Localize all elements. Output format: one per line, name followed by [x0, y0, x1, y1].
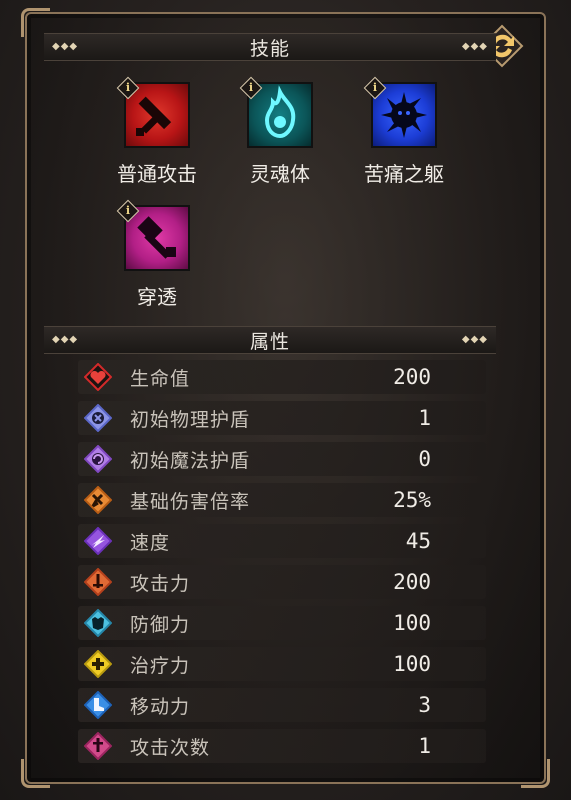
skill-body-of-agony[interactable]: 苦痛之躯	[354, 82, 454, 187]
heart-icon	[84, 363, 112, 391]
panel-corner-ornament	[21, 759, 50, 788]
healing-cross-icon	[84, 650, 112, 678]
attribute-value: 3	[418, 693, 431, 717]
defense-armor-icon	[84, 609, 112, 637]
attribute-value: 200	[393, 365, 431, 389]
panel-corner-ornament	[521, 759, 550, 788]
header-ornament: ◆◆◆	[461, 41, 488, 52]
skill-label: 普通攻击	[117, 162, 197, 186]
attribute-row-speed: 速度 45	[78, 524, 486, 558]
speed-wing-icon	[84, 527, 112, 555]
attribute-value: 100	[393, 611, 431, 635]
info-marker: i	[248, 81, 254, 94]
attribute-value: 100	[393, 652, 431, 676]
attribute-row-healing: 治疗力 100	[78, 647, 486, 681]
attack-count-icon	[84, 732, 112, 760]
attribute-name: 移动力	[130, 695, 191, 718]
attributes-title: 属性	[249, 330, 290, 353]
skill-normal-attack[interactable]: 普通攻击	[107, 82, 207, 187]
attribute-value: 1	[418, 406, 431, 430]
damage-multiplier-icon	[84, 486, 112, 514]
skill-label: 穿透	[137, 285, 177, 309]
info-marker: i	[125, 81, 131, 94]
skill-soul-body[interactable]: 灵魂体	[230, 82, 330, 187]
info-marker: i	[125, 204, 131, 217]
skills-section-header: ◆◆◆ 技能 ◆◆◆	[44, 33, 496, 61]
attribute-name: 攻击力	[130, 572, 191, 595]
skill-label: 苦痛之躯	[364, 162, 444, 186]
attribute-name: 初始魔法护盾	[130, 449, 251, 472]
attribute-name: 初始物理护盾	[130, 408, 251, 431]
spiked-body-icon	[381, 92, 427, 138]
attribute-value: 0	[418, 447, 431, 471]
pierce-hammer-icon	[137, 216, 176, 259]
physical-shield-icon	[84, 404, 112, 432]
attribute-name: 治疗力	[130, 654, 191, 677]
info-marker: i	[372, 81, 378, 94]
attribute-name: 速度	[130, 531, 171, 554]
attribute-row-physical-shield: 初始物理护盾 1	[78, 401, 486, 435]
attribute-name: 生命值	[130, 367, 191, 390]
soul-flame-icon	[264, 85, 296, 139]
attack-sword-icon	[84, 568, 112, 596]
attribute-name: 防御力	[130, 613, 191, 636]
attribute-value: 200	[393, 570, 431, 594]
attribute-name: 攻击次数	[130, 736, 211, 759]
header-ornament: ◆◆◆	[52, 41, 79, 52]
skill-pierce[interactable]: 穿透	[107, 205, 207, 310]
attribute-row-defense: 防御力 100	[78, 606, 486, 640]
attribute-row-magic-shield: 初始魔法护盾 0	[78, 442, 486, 476]
sword-icon	[136, 96, 172, 136]
attribute-value: 1	[418, 734, 431, 758]
move-boot-icon	[84, 691, 112, 719]
header-ornament: ◆◆◆	[52, 334, 79, 345]
attributes-section-header: ◆◆◆ 属性 ◆◆◆	[44, 326, 496, 354]
attribute-row-hp: 生命值 200	[78, 360, 486, 394]
attribute-row-attack: 攻击力 200	[78, 565, 486, 599]
attribute-value: 45	[405, 529, 431, 553]
attribute-row-attack-count: 攻击次数 1	[78, 729, 486, 763]
attribute-name: 基础伤害倍率	[130, 490, 251, 513]
skills-title: 技能	[249, 37, 290, 60]
skill-label: 灵魂体	[250, 162, 310, 186]
header-ornament: ◆◆◆	[461, 334, 488, 345]
attribute-row-movement: 移动力 3	[78, 688, 486, 722]
magic-shield-icon	[84, 445, 112, 473]
attribute-value: 25%	[393, 488, 431, 512]
attribute-row-damage-multiplier: 基础伤害倍率 25%	[78, 483, 486, 517]
